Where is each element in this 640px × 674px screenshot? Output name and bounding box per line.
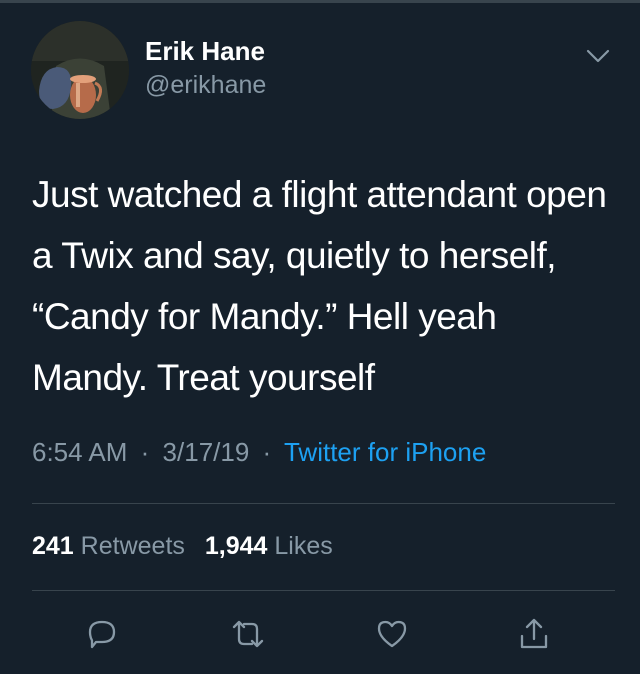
meta-separator: · (262, 437, 272, 467)
tweet-date[interactable]: 3/17/19 (163, 437, 250, 467)
like-button[interactable] (370, 612, 414, 656)
chevron-down-icon (586, 49, 610, 63)
share-button[interactable] (512, 612, 556, 656)
tweet-menu-button[interactable] (583, 45, 613, 67)
divider (32, 590, 615, 591)
retweets-label: Retweets (80, 532, 185, 560)
likes-label: Likes (274, 532, 333, 560)
reply-icon (88, 620, 116, 649)
retweet-icon (232, 620, 264, 648)
retweets-count: 241 (32, 532, 74, 560)
divider (32, 503, 615, 504)
tweet-time: 6:54 AM (32, 437, 128, 467)
top-divider (0, 0, 640, 3)
avatar[interactable] (31, 21, 129, 119)
share-icon (520, 618, 548, 649)
avatar-image (31, 21, 129, 119)
like-icon (377, 620, 407, 648)
retweets-stat[interactable]: 241 Retweets (32, 532, 185, 560)
engagement-stats: 241 Retweets 1,944 Likes (32, 532, 333, 561)
tweet-source-link[interactable]: Twitter for iPhone (284, 437, 486, 467)
author-handle[interactable]: @erikhane (145, 71, 266, 100)
retweet-button[interactable] (226, 612, 270, 656)
meta-separator: · (140, 437, 150, 467)
tweet-text: Just watched a flight attendant open a T… (32, 174, 607, 398)
author-name[interactable]: Erik Hane (145, 36, 265, 67)
reply-button[interactable] (80, 612, 124, 656)
likes-count: 1,944 (204, 532, 268, 560)
tweet-meta: 6:54 AM · 3/17/19 · Twitter for iPhone (32, 437, 486, 468)
likes-stat[interactable]: 1,944 Likes (205, 532, 333, 560)
